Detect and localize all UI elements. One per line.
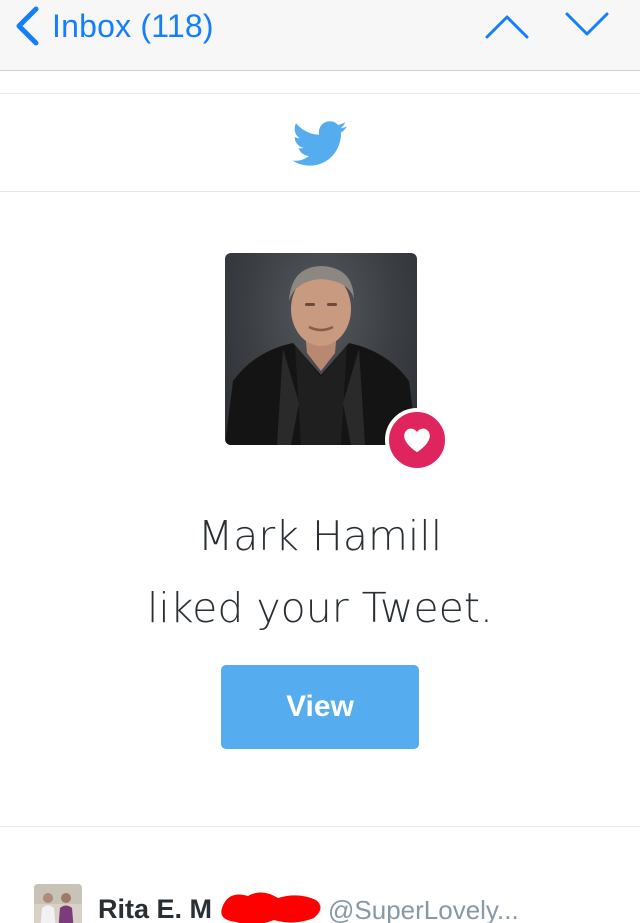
tweet-author-handle: @SuperLovely... <box>328 895 519 923</box>
chevron-down-icon[interactable] <box>564 8 610 42</box>
redaction-mark <box>221 892 321 923</box>
chevron-up-icon[interactable] <box>484 8 530 42</box>
back-label: Inbox (118) <box>52 7 214 44</box>
back-to-inbox-button[interactable]: Inbox (118) <box>14 4 214 48</box>
notification-headline: Mark Hamill liked your Tweet. <box>0 500 640 644</box>
tweet-author-name: Rita E. M <box>98 894 213 923</box>
action-text: liked your Tweet. <box>147 584 493 632</box>
view-button[interactable]: View <box>221 665 419 749</box>
heart-icon <box>404 428 430 453</box>
liker-name: Mark Hamill <box>197 512 443 560</box>
divider <box>0 826 640 827</box>
like-badge <box>385 408 449 472</box>
twitter-bird-icon <box>292 121 347 166</box>
tweet-author-avatar[interactable] <box>34 884 82 923</box>
divider <box>0 93 640 94</box>
mail-navigation-bar: Inbox (118) <box>0 0 640 71</box>
divider <box>0 191 640 192</box>
chevron-left-icon <box>16 6 39 46</box>
profile-photo <box>225 253 417 445</box>
liker-avatar[interactable] <box>225 253 449 472</box>
